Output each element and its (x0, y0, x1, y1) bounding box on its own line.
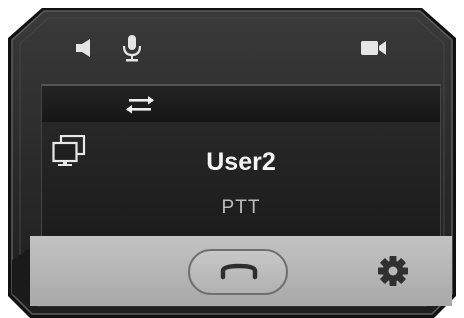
microphone-icon[interactable] (122, 34, 142, 67)
call-display-screen: User2 PTT (41, 84, 441, 236)
call-status-label: PTT (221, 197, 261, 218)
gear-icon (378, 256, 408, 286)
intercom-device-frame: User2 PTT (8, 8, 456, 318)
swap-arrows-icon[interactable] (123, 96, 157, 119)
hang-up-button[interactable] (188, 249, 288, 295)
settings-button[interactable] (376, 254, 410, 293)
speaker-icon[interactable] (74, 38, 96, 63)
hang-up-icon (220, 263, 258, 280)
screen-top-bar (42, 86, 440, 122)
video-camera-icon[interactable] (360, 39, 388, 62)
caller-name: User2 (206, 148, 276, 176)
